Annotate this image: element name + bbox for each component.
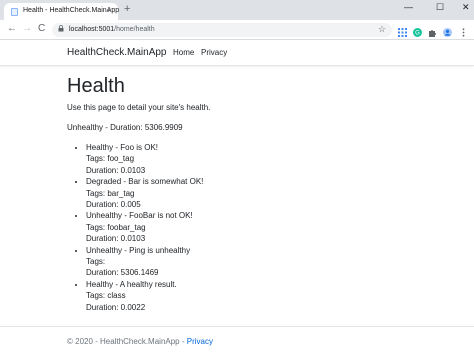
check-tags: Tags: xyxy=(86,257,106,267)
site-navbar: HealthCheck.MainApp Home Privacy xyxy=(0,40,474,66)
health-check-item: Degraded - Bar is somewhat OK! Tags: bar… xyxy=(86,176,447,210)
lock-icon[interactable] xyxy=(58,25,64,34)
bookmark-star-icon[interactable]: ☆ xyxy=(378,24,386,35)
nav-link-privacy[interactable]: Privacy xyxy=(201,48,227,57)
url-text: localhost:5001/home/health xyxy=(69,26,155,33)
check-status: Healthy - Foo is OK! xyxy=(86,143,159,152)
browser-menu-icon[interactable] xyxy=(459,24,468,37)
page-title: Health xyxy=(67,75,125,97)
tab-close-icon[interactable]: × xyxy=(107,6,112,15)
browser-toolbar: ← → C localhost:5001/home/health ☆ G xyxy=(0,20,474,40)
grammarly-icon[interactable]: G xyxy=(413,24,422,37)
forward-button[interactable]: → xyxy=(22,23,32,34)
profile-avatar-icon[interactable] xyxy=(443,24,452,37)
check-tags: Tags: bar_tag xyxy=(86,188,135,198)
check-status: Unhealthy - Ping is unhealthy xyxy=(86,245,191,255)
check-status: Unhealthy - FooBar is not OK! xyxy=(86,211,193,221)
page-favicon-icon xyxy=(11,8,18,16)
new-tab-button[interactable]: + xyxy=(124,3,130,15)
main-content: Health Use this page to detail your site… xyxy=(67,72,447,313)
check-tags: Tags: foobar_tag xyxy=(86,222,146,232)
check-duration: Duration: 5306.1469 xyxy=(86,268,159,278)
check-duration: Duration: 0.0103 xyxy=(86,165,146,175)
maximize-button[interactable]: ☐ xyxy=(436,2,444,13)
check-tags: Tags: foo_tag xyxy=(86,154,135,164)
site-brand-link[interactable]: HealthCheck.MainApp xyxy=(67,47,167,58)
reload-button[interactable]: C xyxy=(38,23,45,34)
minimize-button[interactable]: — xyxy=(404,2,413,12)
health-check-item: Healthy - A healthy result. Tags: class … xyxy=(86,279,447,313)
svg-text:G: G xyxy=(415,31,420,37)
overall-status: Unhealthy - Duration: 5306.9909 xyxy=(67,123,183,132)
page-intro: Use this page to detail your site's heal… xyxy=(67,103,211,112)
health-check-list: Healthy - Foo is OK! Tags: foo_tag Durat… xyxy=(67,142,447,313)
health-check-item: Healthy - Foo is OK! Tags: foo_tag Durat… xyxy=(86,142,447,176)
check-status: Degraded - Bar is somewhat OK! xyxy=(86,177,204,187)
check-duration: Duration: 0.0103 xyxy=(86,234,146,244)
browser-tab[interactable]: Health - HealthCheck.MainApp × xyxy=(4,3,120,20)
nav-link-home[interactable]: Home xyxy=(173,48,194,57)
health-check-item: Unhealthy - FooBar is not OK! Tags: foob… xyxy=(86,210,447,244)
footer-privacy-link[interactable]: Privacy xyxy=(187,337,213,346)
tab-title: Health - HealthCheck.MainApp xyxy=(23,7,120,14)
check-duration: Duration: 0.0022 xyxy=(86,302,146,312)
back-button[interactable]: ← xyxy=(7,23,17,34)
browser-tabstrip: Health - HealthCheck.MainApp × + — ☐ ✕ xyxy=(0,0,474,20)
address-bar[interactable]: localhost:5001/home/health ☆ xyxy=(52,23,392,37)
footer-copyright: © 2020 - HealthCheck.MainApp - Privacy xyxy=(67,337,213,346)
health-check-item: Unhealthy - Ping is unhealthy Tags: Dura… xyxy=(86,245,447,279)
close-window-button[interactable]: ✕ xyxy=(462,2,470,13)
check-status: Healthy - A healthy result. xyxy=(86,279,177,289)
check-tags: Tags: class xyxy=(86,291,126,301)
site-footer: © 2020 - HealthCheck.MainApp - Privacy xyxy=(0,326,474,346)
puzzle-extensions-icon[interactable] xyxy=(428,24,437,37)
grid-extension-icon[interactable] xyxy=(398,24,407,37)
check-duration: Duration: 0.005 xyxy=(86,200,141,210)
